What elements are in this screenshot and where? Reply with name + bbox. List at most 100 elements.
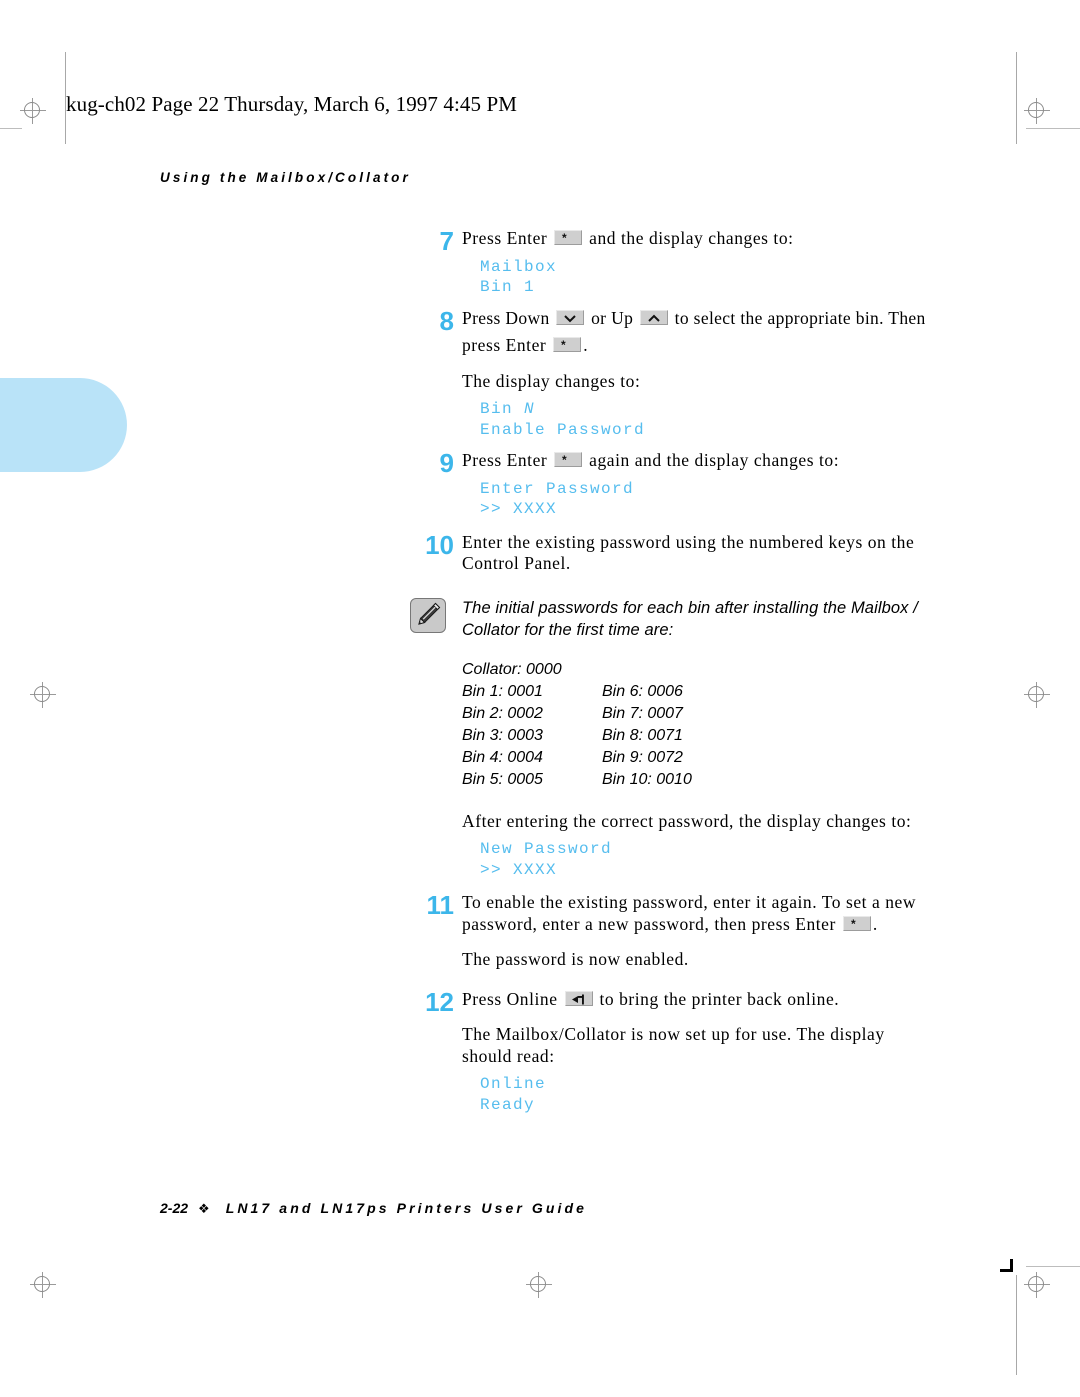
step-9-text: Press Enter * again and the display chan…	[462, 450, 966, 472]
down-key-icon[interactable]	[556, 309, 585, 325]
table-row: Bin 3: 0003 Bin 8: 0071	[462, 725, 692, 747]
bin-password-right: Bin 8: 0071	[602, 726, 683, 744]
trim-line-right-bottom	[1016, 1275, 1017, 1375]
step-9: 9 Press Enter * again and the display ch…	[406, 450, 966, 520]
step-7-text-after: and the display changes to:	[589, 228, 794, 248]
lcd-bin-variable: N	[524, 400, 536, 418]
step-number: 11	[426, 890, 455, 920]
enter-key-icon[interactable]: *	[553, 337, 582, 352]
registration-mark-top-left	[20, 98, 46, 124]
step-9-text-before: Press Enter	[462, 450, 548, 470]
crop-corner-mark	[1000, 1259, 1013, 1272]
step-number: 10	[425, 529, 454, 560]
svg-text:*: *	[851, 917, 856, 931]
step-12: 12 Press Online to bring the printer bac…	[406, 989, 966, 1116]
step-8-period: .	[583, 335, 589, 355]
enter-key-icon[interactable]: *	[554, 452, 583, 467]
note-callout: The initial passwords for each bin after…	[406, 597, 966, 641]
note-line-2: Collator for the first time are:	[462, 620, 674, 639]
chapter-thumb-tab	[0, 378, 127, 472]
up-key-icon[interactable]	[639, 309, 668, 325]
registration-mark-bottom-right	[1024, 1272, 1050, 1298]
table-row: Bin 2: 0002 Bin 7: 0007	[462, 703, 692, 725]
step-number: 9	[439, 448, 454, 478]
step-12-sub-line-1: The Mailbox/Collator is now set up for u…	[462, 1024, 885, 1044]
step-12-text-before: Press Online	[462, 988, 558, 1009]
trim-line-top-left-horizontal	[0, 128, 22, 129]
step-10-line-2: Control Panel.	[462, 553, 571, 573]
note-line-1: The initial passwords for each bin after…	[462, 598, 918, 617]
step-12-text: Press Online to bring the printer back o…	[462, 989, 966, 1011]
svg-text:*: *	[562, 231, 567, 245]
table-row: Bin 4: 0004 Bin 9: 0072	[462, 747, 692, 769]
collator-password: Collator: 0000	[462, 660, 562, 678]
lcd-bin-prefix: Bin	[480, 400, 525, 418]
table-row: Collator: 0000	[462, 659, 692, 681]
step-8-line-1: Press Down or Up to select the appropria…	[462, 308, 966, 330]
bin-password-left: Bin 2: 0002	[462, 704, 543, 722]
bin-password-right: Bin 10: 0010	[602, 770, 692, 788]
bin-password-left: Bin 3: 0003	[462, 726, 543, 744]
default-password-table: Collator: 0000 Bin 1: 0001 Bin 6: 0006 B…	[462, 659, 692, 791]
after-password-block: After entering the correct password, the…	[462, 811, 966, 881]
table-row: Bin 5: 0005 Bin 10: 0010	[462, 769, 692, 791]
bin-password-left: Bin 4: 0004	[462, 748, 543, 766]
pencil-icon	[410, 597, 446, 633]
enter-key-icon[interactable]: *	[554, 230, 583, 245]
step-11-line-1: To enable the existing password, enter i…	[462, 892, 917, 912]
step-12-text-after: to bring the printer back online.	[599, 988, 840, 1009]
step-12-sub-line-2: should read:	[462, 1045, 555, 1066]
bin-password-left: Bin 5: 0005	[462, 770, 543, 788]
table-row: Bin 1: 0001 Bin 6: 0006	[462, 681, 692, 703]
step-8-text-d: press Enter	[462, 335, 547, 355]
step-number: 7	[439, 226, 454, 256]
lcd-display-step-9: Enter Password >> XXXX	[480, 479, 635, 519]
bin-password-right: Bin 9: 0072	[602, 748, 683, 766]
file-date-stamp: kug-ch02 Page 22 Thursday, March 6, 1997…	[66, 92, 517, 116]
step-9-text-after: again and the display changes to:	[589, 450, 840, 470]
footer-guide-title: LN17 and LN17ps Printers User Guide	[225, 1200, 588, 1216]
registration-mark-right-middle	[1024, 682, 1050, 708]
lcd-display-step-7: Mailbox Bin 1	[480, 257, 558, 297]
step-8-text-a: Press Down	[462, 307, 550, 328]
note-text: The initial passwords for each bin after…	[462, 597, 966, 641]
lcd-display-online: Online Ready	[480, 1075, 547, 1114]
step-11-period: .	[872, 913, 878, 934]
registration-mark-bottom-left	[30, 1272, 56, 1298]
step-7-text: Press Enter * and the display changes to…	[462, 228, 966, 250]
step-number: 12	[425, 986, 454, 1017]
bin-password-right: Bin 7: 0007	[602, 704, 683, 722]
step-11-text-a: password, enter a new password, then pre…	[462, 913, 836, 934]
step-7: 7 Press Enter * and the display changes …	[406, 228, 966, 298]
bin-password-left: Bin 1: 0001	[462, 682, 543, 700]
step-number: 8	[439, 305, 454, 336]
after-password-text: After entering the correct password, the…	[462, 810, 912, 831]
step-8-sub-text: The display changes to:	[462, 370, 641, 391]
empty-cell	[602, 659, 692, 681]
step-8: 8 Press Down or Up to select the appropr…	[406, 308, 966, 441]
step-8-text-c: to select the appropriate bin. Then	[674, 307, 926, 328]
lcd-display-new-password: New Password >> XXXX	[480, 840, 613, 879]
running-head: Using the Mailbox/Collator	[160, 170, 411, 185]
lcd-display-step-8: Bin N Enable Password	[480, 399, 966, 440]
step-11: 11 To enable the existing password, ente…	[406, 892, 966, 971]
enter-key-icon[interactable]: *	[842, 915, 871, 931]
lcd-enable-password: Enable Password	[480, 420, 646, 439]
svg-text:*: *	[561, 338, 566, 352]
bin-password-right: Bin 6: 0006	[602, 682, 683, 700]
diamond-icon: ❖	[198, 1201, 210, 1216]
step-11-line-2: password, enter a new password, then pre…	[462, 914, 966, 936]
step-10-line-1: Enter the existing password using the nu…	[462, 531, 915, 552]
page-body: 7 Press Enter * and the display changes …	[406, 228, 966, 1129]
registration-mark-left-middle	[30, 682, 56, 708]
registration-mark-bottom-center	[526, 1272, 552, 1298]
step-8-text-b: or Up	[591, 307, 634, 328]
page-footer: 2-22 ❖ LN17 and LN17ps Printers User Guide	[160, 1200, 587, 1217]
online-key-icon[interactable]	[564, 990, 593, 1006]
step-11-sub-text: The password is now enabled.	[462, 949, 689, 969]
trim-line-bottom-right-horizontal	[1026, 1266, 1080, 1267]
step-10: 10 Enter the existing password using the…	[406, 532, 966, 575]
trim-line-top-right-horizontal	[1026, 128, 1080, 129]
trim-line-right-top	[1016, 52, 1017, 144]
step-7-text-before: Press Enter	[462, 228, 548, 248]
